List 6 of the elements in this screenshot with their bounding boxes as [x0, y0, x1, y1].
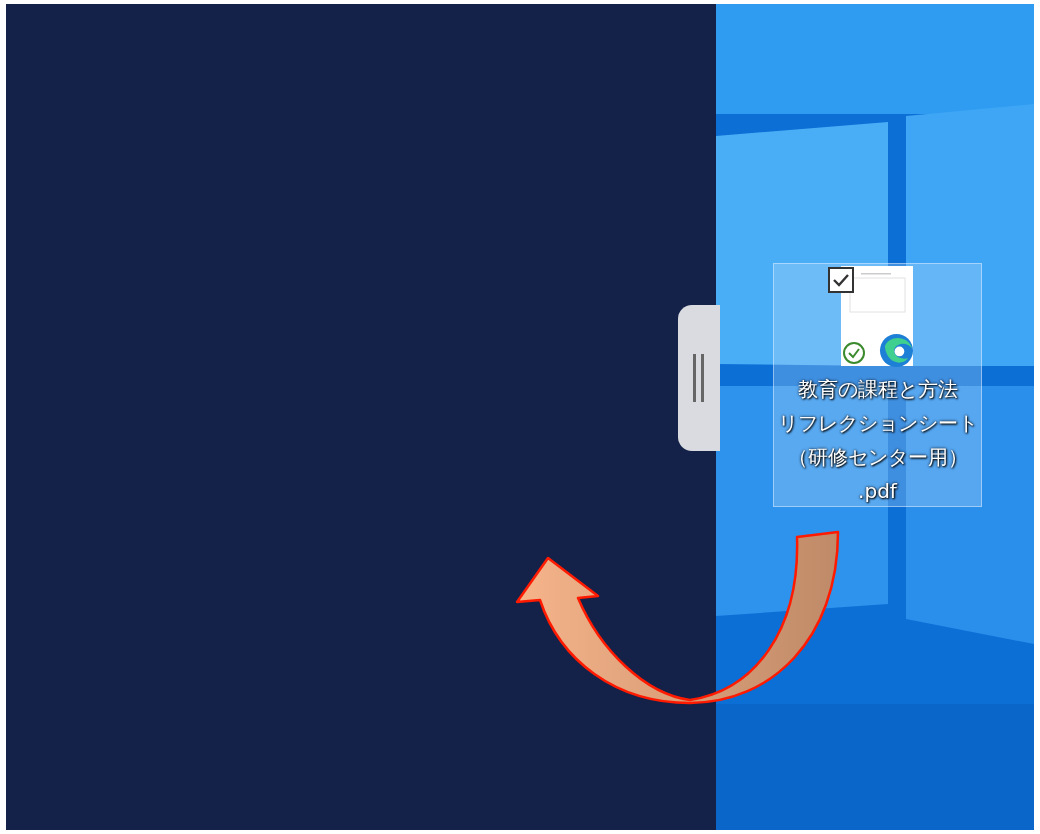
file-name: 教育の課程と方法 リフレクションシート （研修センター用） .pdf — [776, 376, 979, 505]
checkbox[interactable] — [828, 267, 854, 293]
app-badge-icon — [879, 333, 914, 368]
check-icon — [832, 273, 850, 287]
desktop-icon[interactable]: 教育の課程と方法 リフレクションシート （研修センター用） .pdf — [773, 263, 982, 507]
split-handle[interactable] — [678, 305, 720, 451]
